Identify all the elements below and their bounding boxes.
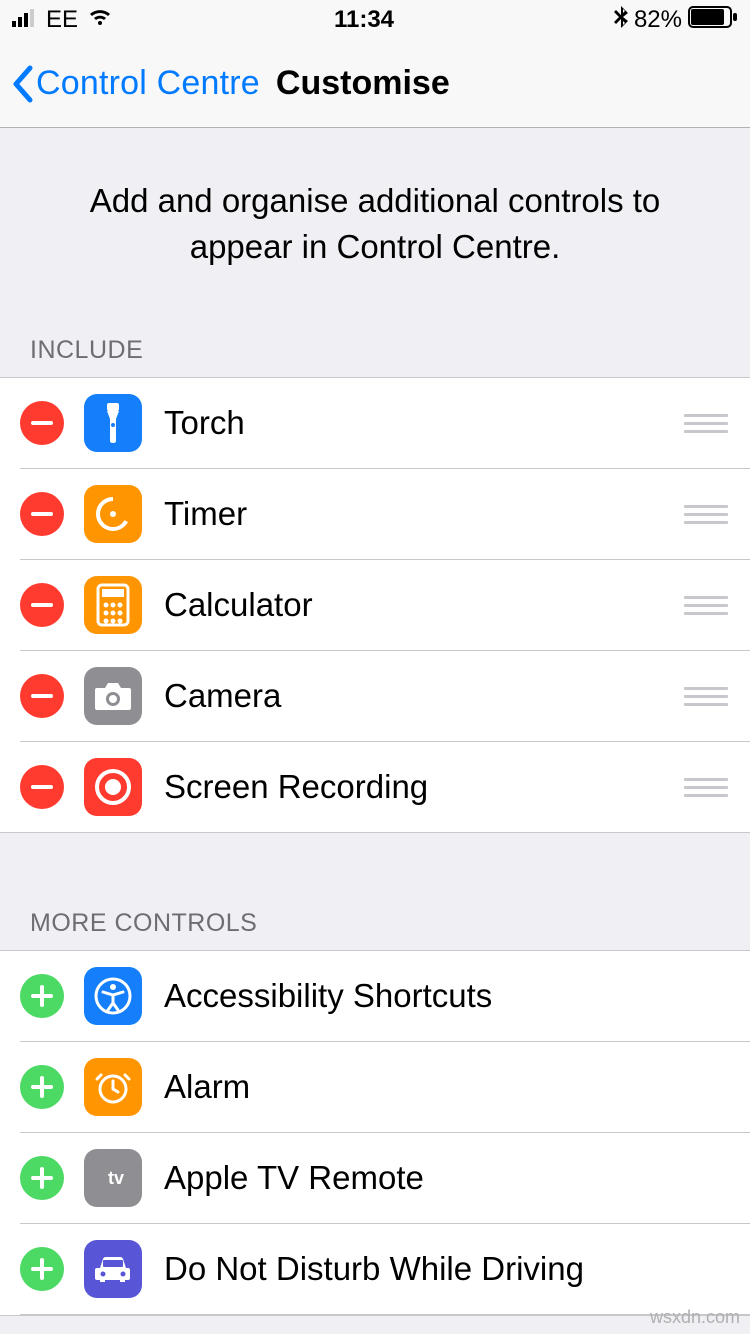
row-label: Timer [164, 495, 684, 533]
battery-pct: 82% [634, 6, 682, 34]
remove-button[interactable] [20, 674, 64, 718]
more-list: Accessibility Shortcuts Alarm tv Apple T… [0, 950, 750, 1316]
add-button[interactable] [20, 1247, 64, 1291]
record-icon [84, 758, 142, 816]
row-label: Calculator [164, 586, 684, 624]
list-item-dnd-driving: Do Not Disturb While Driving [0, 1224, 750, 1314]
remove-button[interactable] [20, 583, 64, 627]
row-label: Alarm [164, 1068, 750, 1106]
list-item-timer: Timer [0, 469, 750, 559]
camera-icon [84, 667, 142, 725]
drag-handle-icon[interactable] [684, 778, 728, 797]
row-label: Torch [164, 404, 684, 442]
list-item-camera: Camera [0, 651, 750, 741]
back-chevron-icon[interactable] [10, 64, 34, 104]
remove-button[interactable] [20, 765, 64, 809]
svg-text:tv: tv [108, 1168, 124, 1188]
bluetooth-icon [614, 6, 628, 35]
row-label: Accessibility Shortcuts [164, 977, 750, 1015]
timer-icon [84, 485, 142, 543]
wifi-icon [86, 6, 114, 34]
row-label: Apple TV Remote [164, 1159, 750, 1197]
drag-handle-icon[interactable] [684, 596, 728, 615]
back-button[interactable]: Control Centre [36, 64, 260, 103]
nav-bar: Control Centre Customise [0, 40, 750, 128]
add-button[interactable] [20, 1156, 64, 1200]
list-item-calculator: Calculator [0, 560, 750, 650]
drag-handle-icon[interactable] [684, 505, 728, 524]
alarm-icon [84, 1058, 142, 1116]
include-list: Torch Timer Calculator Camera [0, 377, 750, 833]
section-header-include: INCLUDE [0, 320, 750, 377]
list-item-apple-tv-remote: tv Apple TV Remote [0, 1133, 750, 1223]
status-bar: EE 11:34 82% [0, 0, 750, 40]
accessibility-icon [84, 967, 142, 1025]
row-label: Camera [164, 677, 684, 715]
battery-icon [688, 6, 738, 35]
row-label: Do Not Disturb While Driving [164, 1250, 750, 1288]
status-left: EE [12, 6, 114, 34]
section-header-more: MORE CONTROLS [0, 893, 750, 950]
torch-icon [84, 394, 142, 452]
car-icon [84, 1240, 142, 1298]
signal-icon [12, 6, 38, 34]
list-item-accessibility: Accessibility Shortcuts [0, 951, 750, 1041]
page-title: Customise [276, 64, 450, 103]
list-item-alarm: Alarm [0, 1042, 750, 1132]
status-time: 11:34 [334, 6, 394, 34]
appletv-icon: tv [84, 1149, 142, 1207]
remove-button[interactable] [20, 492, 64, 536]
status-right: 82% [614, 6, 738, 35]
add-button[interactable] [20, 974, 64, 1018]
remove-button[interactable] [20, 401, 64, 445]
list-item-torch: Torch [0, 378, 750, 468]
row-label: Screen Recording [164, 768, 684, 806]
watermark: wsxdn.com [650, 1307, 740, 1328]
drag-handle-icon[interactable] [684, 414, 728, 433]
page-description: Add and organise additional controls to … [0, 128, 750, 320]
drag-handle-icon[interactable] [684, 687, 728, 706]
carrier-label: EE [46, 6, 78, 34]
list-item-screen-recording: Screen Recording [0, 742, 750, 832]
add-button[interactable] [20, 1065, 64, 1109]
calculator-icon [84, 576, 142, 634]
